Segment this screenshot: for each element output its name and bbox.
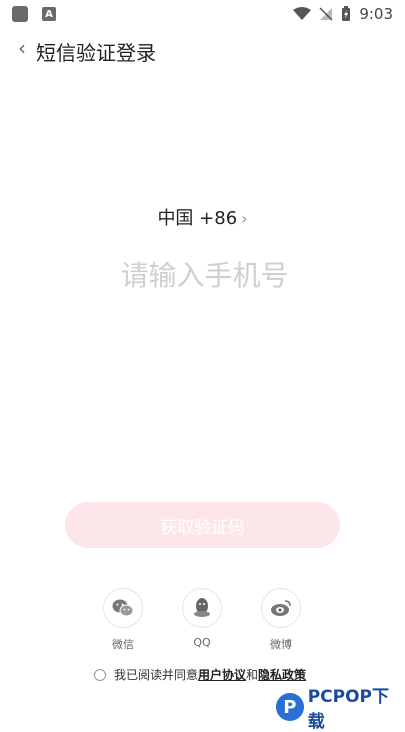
no-signal-icon xyxy=(319,7,333,21)
watermark: P PCPOP下载 xyxy=(276,682,405,732)
page-title: 短信验证登录 xyxy=(36,41,156,65)
agreement-prefix: 我已阅读并同意 xyxy=(114,668,199,682)
agree-checkbox[interactable] xyxy=(94,668,106,681)
qq-label: QQ xyxy=(193,636,211,649)
social-login-bar: 微信 QQ 微博 xyxy=(0,588,405,658)
wechat-label: 微信 xyxy=(112,638,134,651)
notification-icon xyxy=(12,6,28,22)
region-selector[interactable]: 中国 +86 › xyxy=(0,204,405,230)
status-bar: A 9:03 xyxy=(0,0,405,28)
weibo-login-button[interactable]: 微博 xyxy=(251,588,311,652)
user-agreement-link[interactable]: 用户协议 xyxy=(198,666,246,683)
agreement-row: 我已阅读并同意 用户协议 和 隐私政策 xyxy=(94,666,306,683)
qq-icon xyxy=(194,598,210,617)
watermark-text: PCPOP下载 xyxy=(307,687,390,732)
weibo-label: 微博 xyxy=(270,638,292,651)
app-badge-icon: A xyxy=(42,7,56,21)
region-label: 中国 +86 xyxy=(157,208,238,229)
back-icon[interactable]: ‹ xyxy=(18,38,26,58)
get-code-button[interactable]: 获取验证码 xyxy=(65,502,340,548)
battery-charging-icon xyxy=(342,6,351,21)
weibo-icon xyxy=(271,600,291,616)
wechat-login-button[interactable]: 微信 xyxy=(93,588,153,652)
agreement-and: 和 xyxy=(246,668,259,682)
header: ‹ 短信验证登录 xyxy=(0,32,405,68)
phone-input[interactable] xyxy=(60,252,349,298)
wechat-icon xyxy=(112,599,134,617)
wifi-icon xyxy=(293,7,312,20)
qq-login-button[interactable]: QQ xyxy=(172,588,232,649)
privacy-policy-link[interactable]: 隐私政策 xyxy=(258,666,306,683)
status-time: 9:03 xyxy=(359,5,393,23)
chevron-right-icon: › xyxy=(241,209,248,228)
watermark-logo-icon: P xyxy=(276,693,304,721)
